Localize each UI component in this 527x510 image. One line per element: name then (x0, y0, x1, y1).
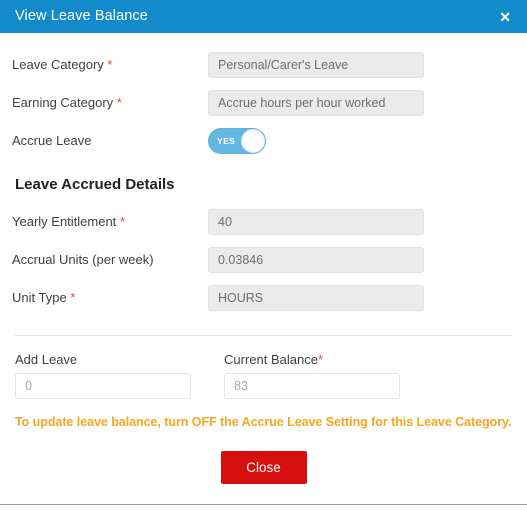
required-asterisk: * (119, 214, 125, 230)
dialog-footer: Close (12, 451, 515, 484)
accrue-leave-label: Accrue Leave (12, 133, 92, 149)
field-row-accrue-leave: Accrue Leave YES (12, 122, 515, 160)
yearly-entitlement-value: 40 (218, 215, 232, 229)
current-balance-label-text: Current Balance (224, 352, 318, 367)
current-balance-label: Current Balance* (224, 352, 429, 367)
earning-category-field[interactable]: Accrue hours per hour worked (208, 90, 424, 116)
required-asterisk: * (317, 352, 324, 367)
dialog-header: View Leave Balance ✕ (0, 0, 527, 33)
add-leave-column: Add Leave 0 (12, 352, 220, 399)
page-bottom-edge (0, 504, 527, 505)
earning-category-label: Earning Category * (12, 95, 208, 111)
accrual-units-field[interactable]: 0.03846 (208, 247, 424, 273)
leave-category-value: Personal/Carer's Leave (218, 58, 349, 72)
leave-category-label-text: Leave Category (12, 57, 104, 73)
toggle-knob-icon (241, 129, 265, 153)
yearly-entitlement-field[interactable]: 40 (208, 209, 424, 235)
close-button[interactable]: Close (220, 451, 307, 484)
current-balance-column: Current Balance* 83 (221, 352, 429, 399)
unit-type-label: Unit Type * (12, 290, 208, 306)
required-asterisk: * (116, 95, 122, 111)
accrue-leave-toggle[interactable]: YES (208, 128, 266, 154)
dialog-body: Leave Category * Personal/Carer's Leave … (0, 33, 527, 484)
accrue-leave-toggle-wrap: YES (208, 128, 424, 154)
required-asterisk: * (107, 57, 113, 73)
yearly-entitlement-label-text: Yearly Entitlement (12, 214, 117, 230)
required-asterisk: * (70, 290, 76, 306)
view-leave-balance-dialog: View Leave Balance ✕ Leave Category * Pe… (0, 0, 527, 503)
field-row-leave-category: Leave Category * Personal/Carer's Leave (12, 46, 515, 84)
add-leave-label: Add Leave (15, 352, 78, 367)
earning-category-value: Accrue hours per hour worked (218, 96, 386, 110)
accrued-details-heading: Leave Accrued Details (15, 176, 175, 193)
add-leave-input[interactable]: 0 (15, 373, 191, 399)
unit-type-field[interactable]: HOURS (208, 285, 424, 311)
balance-section: Add Leave 0 Current Balance* 83 (12, 352, 515, 399)
accrue-leave-toggle-state: YES (217, 136, 236, 146)
field-row-accrual-units: Accrual Units (per week) 0.03846 (12, 241, 515, 279)
current-balance-input[interactable]: 83 (224, 373, 400, 399)
section-divider (15, 335, 512, 336)
dialog-title: View Leave Balance (15, 8, 148, 25)
leave-category-field[interactable]: Personal/Carer's Leave (208, 52, 424, 78)
add-leave-value: 0 (25, 379, 32, 393)
yearly-entitlement-label: Yearly Entitlement * (12, 214, 208, 230)
accrual-units-label-text: Accrual Units (per week) (12, 252, 154, 268)
unit-type-value: HOURS (218, 291, 264, 305)
field-row-yearly-entitlement: Yearly Entitlement * 40 (12, 203, 515, 241)
close-x-icon[interactable]: ✕ (497, 6, 513, 28)
current-balance-value: 83 (234, 379, 248, 393)
field-row-earning-category: Earning Category * Accrue hours per hour… (12, 84, 515, 122)
unit-type-label-text: Unit Type (12, 290, 67, 306)
field-row-unit-type: Unit Type * HOURS (12, 279, 515, 317)
earning-category-label-text: Earning Category (12, 95, 114, 111)
accrual-units-value: 0.03846 (218, 253, 264, 267)
accrue-warning-message: To update leave balance, turn OFF the Ac… (15, 415, 512, 429)
leave-category-label: Leave Category * (12, 57, 208, 73)
accrual-units-label: Accrual Units (per week) (12, 252, 208, 268)
